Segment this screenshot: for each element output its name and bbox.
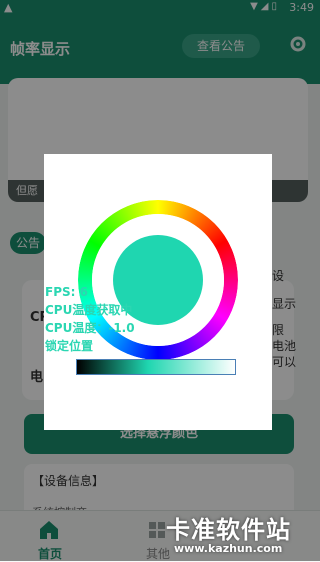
watermark-logo: 卡准软件站 www.kazhun.com (160, 506, 320, 561)
overlay-cpu-temp-get: CPU温度获取中 (45, 303, 133, 317)
overlay-fps: FPS: 6 (45, 285, 88, 299)
brightness-slider[interactable] (76, 359, 236, 375)
watermark-text: 卡准软件站 (166, 516, 291, 544)
overlay-cpu-temp: CPU温度：-1.0 (45, 321, 135, 335)
watermark-url: www.kazhun.com (174, 542, 283, 555)
overlay-lock-position[interactable]: 锁定位置 (45, 338, 93, 355)
